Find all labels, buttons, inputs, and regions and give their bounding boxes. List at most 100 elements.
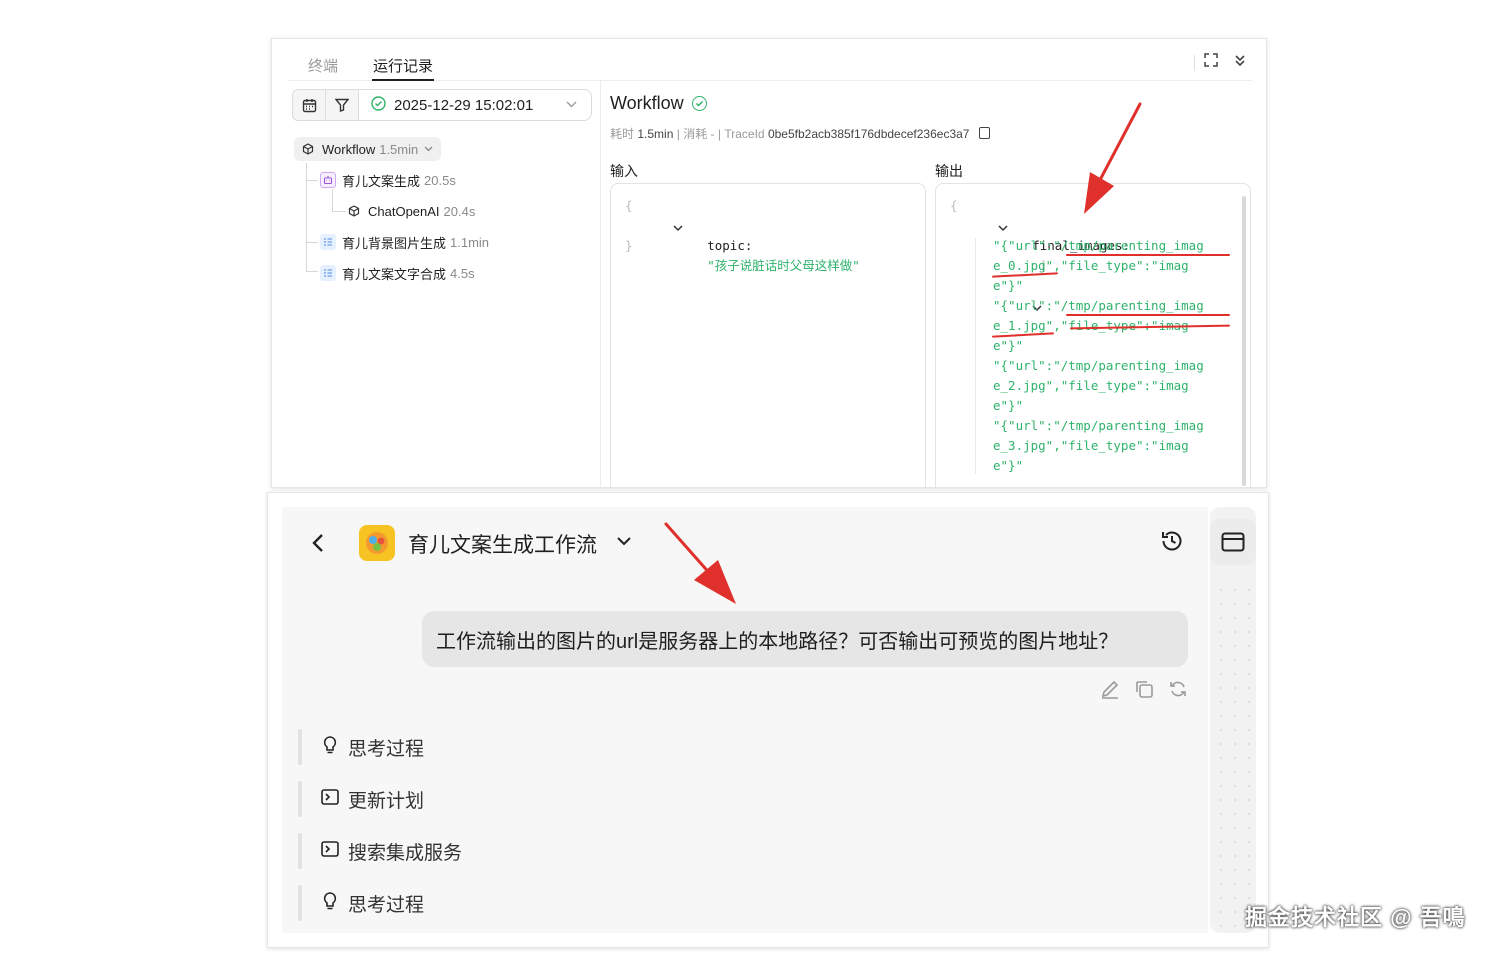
tree-node-label: ChatOpenAI — [368, 203, 440, 219]
detail-title-text: Workflow — [610, 93, 684, 113]
input-json-viewer[interactable]: { topic: "孩子说脏话时父母这样做" } — [610, 183, 926, 489]
calendar-button[interactable] — [292, 89, 326, 121]
annotation-underline — [1066, 314, 1230, 316]
tree-node-chatopenai[interactable]: ChatOpenAI 20.4s — [346, 199, 475, 223]
robot-icon — [320, 172, 336, 188]
chat-panel: 育儿文案生成工作流 工作流输出的图片的url是服务器上的本地路径？可否输出可预览… — [267, 492, 1269, 948]
fullscreen-icon[interactable] — [1204, 53, 1218, 70]
history-button[interactable] — [1160, 529, 1184, 559]
tree-node-label: 育儿文案生成 — [342, 173, 421, 189]
step-label: 更新计划 — [348, 790, 425, 812]
step-label: 搜索集成服务 — [348, 842, 463, 864]
meta-time-value: 1.5min — [637, 127, 674, 141]
run-toolbar: 2025-12-29 15:02:01 — [292, 89, 592, 123]
tree-node-duration: 1.1min — [450, 234, 490, 250]
detail-meta: 耗时 1.5min | 消耗 - | TraceId 0be5fb2acb385… — [610, 125, 990, 142]
tree-connector — [332, 211, 346, 212]
step-bar — [298, 885, 302, 921]
detail-title: Workflow — [610, 93, 707, 114]
chevron-down-icon — [424, 144, 433, 154]
tree-node-label: Workflow — [322, 141, 376, 157]
app-icon — [359, 525, 395, 561]
json-array-item: e"}" — [993, 338, 1024, 353]
terminal-icon — [320, 788, 340, 810]
terminal-icon — [320, 840, 340, 862]
step-search-integration[interactable]: 搜索集成服务 — [298, 831, 1178, 871]
step-label: 思考过程 — [348, 894, 425, 916]
edit-icon[interactable] — [1100, 679, 1120, 704]
success-check-icon — [371, 96, 386, 114]
history-icon — [1162, 531, 1182, 551]
tree-node-label: 育儿背景图片生成 — [342, 235, 447, 251]
side-panel-canvas — [1214, 583, 1250, 933]
step-bar — [298, 833, 302, 869]
tree-node-image-generation[interactable]: 育儿背景图片生成 1.1min — [320, 230, 489, 254]
copy-icon[interactable] — [1134, 679, 1154, 704]
step-thinking[interactable]: 思考过程 — [298, 883, 1178, 923]
user-message-bubble: 工作流输出的图片的url是服务器上的本地路径？可否输出可预览的图片地址？ — [422, 611, 1188, 667]
trace-detail: Workflow 耗时 1.5min | 消耗 - | TraceId 0be5… — [602, 81, 1268, 489]
run-select-value: 2025-12-29 15:02:01 — [394, 96, 534, 114]
indent-guide — [975, 238, 976, 474]
cube-icon — [300, 141, 316, 157]
cube-icon — [346, 203, 362, 219]
json-array-item: "{"url":"/tmp/parenting_imag — [993, 238, 1204, 253]
output-json-viewer[interactable]: { final_images: [ "{"url":"/tmp/parentin… — [935, 183, 1251, 489]
tree-node-duration: 4.5s — [450, 265, 475, 281]
json-array-item: "{"url":"/tmp/parenting_imag — [993, 418, 1204, 433]
meta-cost-label: 消耗 — [683, 127, 708, 141]
step-bar — [298, 781, 302, 817]
tree-node-duration: 20.4s — [443, 203, 476, 219]
tree-node-duration: 1.5min — [379, 141, 419, 157]
run-select[interactable]: 2025-12-29 15:02:01 — [358, 89, 592, 121]
step-label: 思考过程 — [348, 738, 425, 760]
app-title[interactable]: 育儿文案生成工作流 — [408, 529, 597, 559]
json-array-item: e_2.jpg","file_type":"imag — [993, 378, 1189, 393]
list-icon — [320, 234, 336, 250]
annotation-arrow — [1084, 102, 1142, 214]
lightbulb-icon — [320, 891, 340, 915]
json-key: topic: — [707, 238, 753, 253]
success-check-icon — [691, 96, 707, 111]
tree-connector — [306, 180, 318, 181]
json-array-item: e"}" — [993, 278, 1024, 293]
scrollbar[interactable] — [1242, 196, 1246, 486]
annotation-arrow — [664, 522, 736, 604]
meta-trace-value: 0be5fb2acb385f176dbdecef236ec3a7 — [767, 127, 970, 141]
back-button[interactable] — [312, 529, 324, 560]
json-array-item: e"}" — [993, 458, 1024, 473]
panel-toggle-button[interactable] — [1210, 519, 1256, 565]
tree-node-duration: 20.5s — [424, 172, 456, 188]
tree-node-text-composition[interactable]: 育儿文案文字合成 4.5s — [320, 261, 475, 285]
output-label: 输出 — [935, 163, 963, 179]
chevron-down-icon — [566, 99, 577, 111]
tree-node-copy-generation[interactable]: 育儿文案生成 20.5s — [320, 168, 456, 192]
filter-icon — [335, 98, 349, 112]
calendar-icon — [302, 98, 316, 112]
json-array-item: e"}" — [993, 398, 1024, 413]
json-string-value: "孩子说脏话时父母这样做" — [707, 258, 860, 273]
trace-tree: Workflow 1.5min 育儿文案生成 20.5s ChatOpenAI … — [294, 137, 594, 297]
json-array-item: "{"url":"/tmp/parenting_imag — [993, 358, 1204, 373]
chevron-down-icon[interactable] — [616, 533, 632, 551]
lightbulb-icon — [320, 735, 340, 759]
step-update-plan[interactable]: 更新计划 — [298, 779, 1178, 819]
tab-terminal[interactable]: 终端 — [308, 55, 338, 76]
browser-window-icon — [1221, 532, 1245, 552]
step-bar — [298, 729, 302, 765]
annotation-underline — [1066, 254, 1230, 256]
tree-node-label: 育儿文案文字合成 — [342, 266, 447, 282]
tree-connector — [306, 271, 318, 272]
tree-node-workflow[interactable]: Workflow 1.5min — [294, 137, 442, 161]
tab-run-log[interactable]: 运行记录 — [373, 55, 433, 76]
double-chevron-down-icon[interactable] — [1234, 53, 1246, 70]
json-array-item: e_3.jpg","file_type":"imag — [993, 438, 1189, 453]
input-label: 输入 — [610, 163, 638, 179]
filter-button[interactable] — [325, 89, 359, 121]
json-array-item: "{"url":"/tmp/parenting_imag — [993, 298, 1204, 313]
regenerate-icon[interactable] — [1168, 679, 1188, 704]
step-thinking[interactable]: 思考过程 — [298, 727, 1178, 767]
copy-icon[interactable] — [978, 127, 990, 139]
meta-cost-value: - — [710, 127, 715, 141]
meta-trace-label: TraceId — [724, 127, 765, 141]
